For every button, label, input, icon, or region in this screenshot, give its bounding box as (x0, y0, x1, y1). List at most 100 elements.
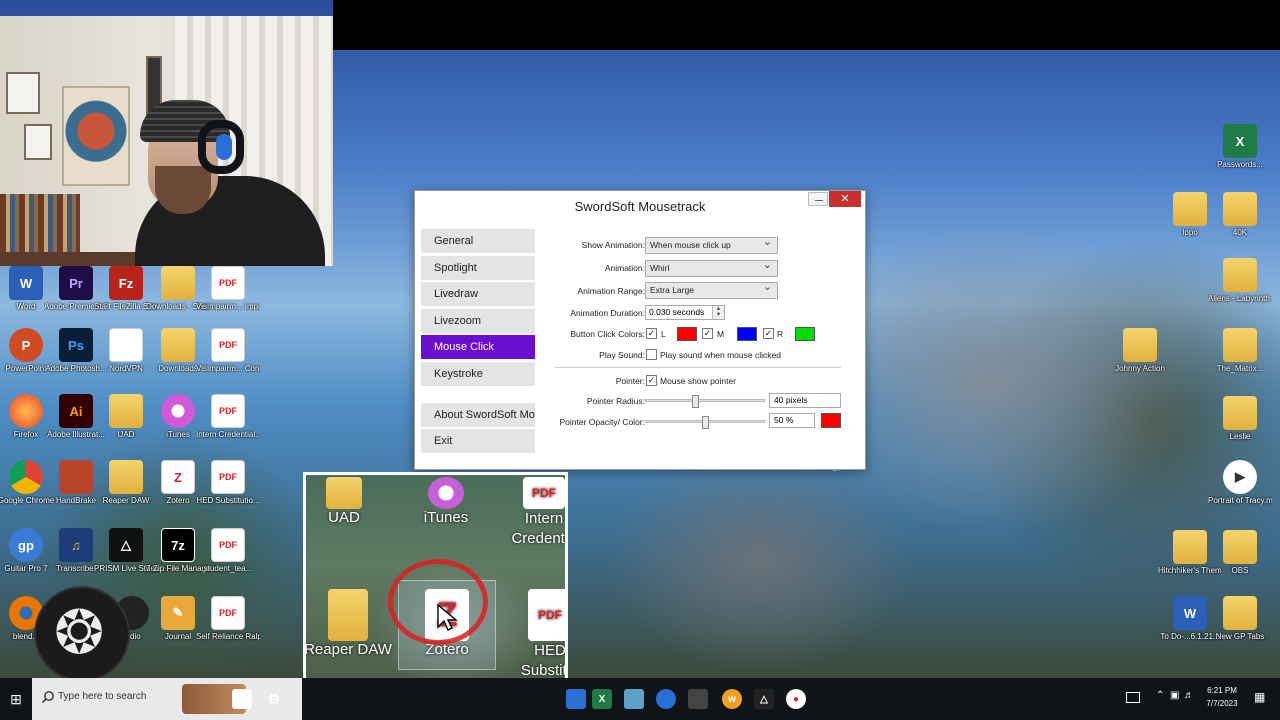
search-box[interactable]: Type here to search (32, 678, 302, 720)
pdf-icon: PDF (211, 266, 245, 300)
spinner-arrows-icon[interactable]: ▲ ▼ (712, 306, 724, 319)
folder-icon (1223, 530, 1257, 564)
pointer-label: Pointer: (615, 376, 645, 386)
folder-icon (1173, 192, 1207, 226)
desktop-icon-self-reliance[interactable]: PDFSelf Reliance Ralph Wal... (196, 596, 260, 641)
slider-thumb[interactable] (692, 395, 700, 408)
desktop-icon-aliens[interactable]: Aliens - Labyrinth ... (1208, 258, 1272, 303)
nav-keystroke[interactable]: Keystroke (421, 361, 535, 386)
zoom-inset: UAD iTunes PDF Intern Credentia Reaper D… (303, 472, 568, 704)
clock-date: 7/7/2023 (1206, 699, 1238, 708)
middle-click-color-swatch[interactable] (737, 327, 757, 341)
pointer-radius-field[interactable]: 40 pixels (769, 393, 841, 408)
pointer-checkbox[interactable]: ✓ (646, 375, 657, 386)
filezilla-icon: Fz (109, 266, 143, 300)
play-sound-checkbox[interactable] (646, 349, 657, 360)
nav-livedraw[interactable]: Livedraw (421, 282, 535, 307)
nav-spotlight[interactable]: Spotlight (421, 255, 535, 280)
nav-livezoom[interactable]: Livezoom (421, 308, 535, 333)
middle-click-checkbox[interactable]: ✓ (702, 328, 713, 339)
taskbar-app-icon[interactable] (688, 689, 708, 709)
left-click-color-swatch[interactable] (677, 327, 697, 341)
prism-icon: △ (109, 528, 143, 562)
pointer-radius-label: Pointer Radius: (586, 396, 645, 406)
start-button[interactable]: ⊞ (0, 678, 32, 720)
window-title: SwordSoft Mousetrack (574, 199, 706, 214)
transcribe-icon: ♫ (59, 528, 93, 562)
desktop-icon-obs[interactable]: OBS (1208, 530, 1272, 575)
excel-icon[interactable]: X (592, 689, 612, 709)
zoom-icon-uad: UAD (314, 477, 374, 526)
clock[interactable]: 6:21 PM 7/7/2023 (1200, 684, 1244, 710)
zoom-icon-itunes: iTunes (410, 477, 482, 526)
folder-icon (1173, 530, 1207, 564)
taskbar-app-icon[interactable]: w (722, 689, 742, 709)
nav-exit[interactable]: Exit (421, 429, 535, 454)
pointer-opacity-label: Pointer Opacity/ Color: (559, 417, 645, 427)
desktop-icon-new-gp-tabs[interactable]: New GP Tabs (1208, 596, 1272, 641)
taskbar-app-icon[interactable] (566, 689, 586, 709)
volume-icon[interactable]: ♬ (1184, 690, 1194, 720)
desktop-icon-johnny[interactable]: Johnny Action (1108, 328, 1172, 373)
nav-general[interactable]: General (421, 229, 535, 253)
animation-range-label: Animation Range: (577, 286, 645, 296)
minimize-button[interactable] (808, 192, 828, 206)
desktop-icon-matrix[interactable]: The_Matrix... (1208, 328, 1272, 373)
network-icon[interactable]: ▣ (1170, 690, 1179, 720)
desktop-icon-40k[interactable]: 40K (1208, 192, 1272, 237)
nav-mouse-click[interactable]: Mouse Click (421, 335, 535, 360)
pointer-opacity-slider[interactable] (645, 416, 765, 429)
pdf-icon: PDF (211, 596, 245, 630)
taskbar-app-icon[interactable] (656, 689, 676, 709)
desktop-icon-vis-important[interactable]: PDFVisImpairm... Important!... (196, 266, 260, 311)
taskbar-app-icon[interactable] (624, 689, 644, 709)
pointer-radius-slider[interactable] (645, 395, 765, 408)
folder-icon (109, 394, 143, 428)
keyboard-icon[interactable] (1126, 692, 1140, 703)
left-click-checkbox[interactable]: ✓ (646, 328, 657, 339)
settings-gear-icon[interactable]: ⚙ (264, 689, 284, 709)
pdf-icon: PDF (528, 589, 565, 641)
right-click-color-swatch[interactable] (795, 327, 815, 341)
nav-about[interactable]: About SwordSoft Mousetrack (421, 402, 535, 427)
document-icon (109, 328, 143, 362)
webcam-frame (24, 124, 52, 160)
prism-icon[interactable]: △ (754, 689, 774, 709)
excel-icon: X (1223, 124, 1257, 158)
desktop-icon-hed[interactable]: PDF HED Substitutio... (196, 460, 260, 505)
zoom-icon-reaper: Reaper DAW (306, 589, 398, 658)
show-animation-select[interactable]: When mouse click up (645, 235, 778, 254)
chevron-up-icon[interactable]: ⌃ (1156, 690, 1164, 720)
desktop-icon-vis-conditions[interactable]: PDFVisImpairm... Conditions... (196, 328, 260, 373)
desktop-icon-leslie[interactable]: Leslie (1208, 396, 1272, 441)
task-view-icon[interactable] (232, 689, 252, 709)
webcam-desk (0, 252, 140, 266)
taskbar: ⊞ Type here to search ⚙ X w △ ● ⌃ ▣ ♬ 6:… (0, 678, 1280, 720)
desktop-icon-intern-credential[interactable]: PDF Intern Credential... (196, 394, 260, 439)
notifications-icon[interactable]: ▦ (1254, 690, 1265, 720)
animation-select[interactable]: Whirl (645, 258, 778, 277)
pointer-opacity-field[interactable]: 50 % (769, 413, 815, 428)
illustrator-icon: Ai (59, 394, 93, 428)
desktop-icon-student-tea[interactable]: PDF student_tea... (196, 528, 260, 573)
button-click-colors-label: Button Click Colors: (570, 329, 645, 339)
desktop-icon-passwords[interactable]: X Passwords... (1208, 124, 1272, 169)
webcam-poster (62, 86, 130, 186)
pointer-color-swatch[interactable] (821, 413, 841, 428)
folder-icon (161, 266, 195, 300)
animation-duration-spinner[interactable]: 0.030 seconds ▲ ▼ (645, 305, 725, 320)
7zip-icon: 7z (161, 528, 195, 562)
slider-thumb[interactable] (702, 416, 709, 429)
zotero-icon: Z (161, 460, 195, 494)
mousetrack-window: SwordSoft Mousetrack ✕ General Spotlight… (414, 190, 866, 470)
webcam-overlay (0, 16, 333, 266)
right-click-checkbox[interactable]: ✓ (763, 328, 774, 339)
mouse-pointer-icon (437, 603, 458, 631)
pdf-icon: PDF (211, 460, 245, 494)
desktop-icon-portrait[interactable]: ▶Portrait of Tracy.mp3 (1208, 460, 1272, 505)
middle-click-label: M (717, 329, 725, 339)
taskbar-app-icon[interactable]: ● (786, 689, 806, 709)
close-button[interactable]: ✕ (829, 191, 861, 207)
animation-range-select[interactable]: Extra Large (645, 280, 778, 299)
folder-icon (109, 460, 143, 494)
